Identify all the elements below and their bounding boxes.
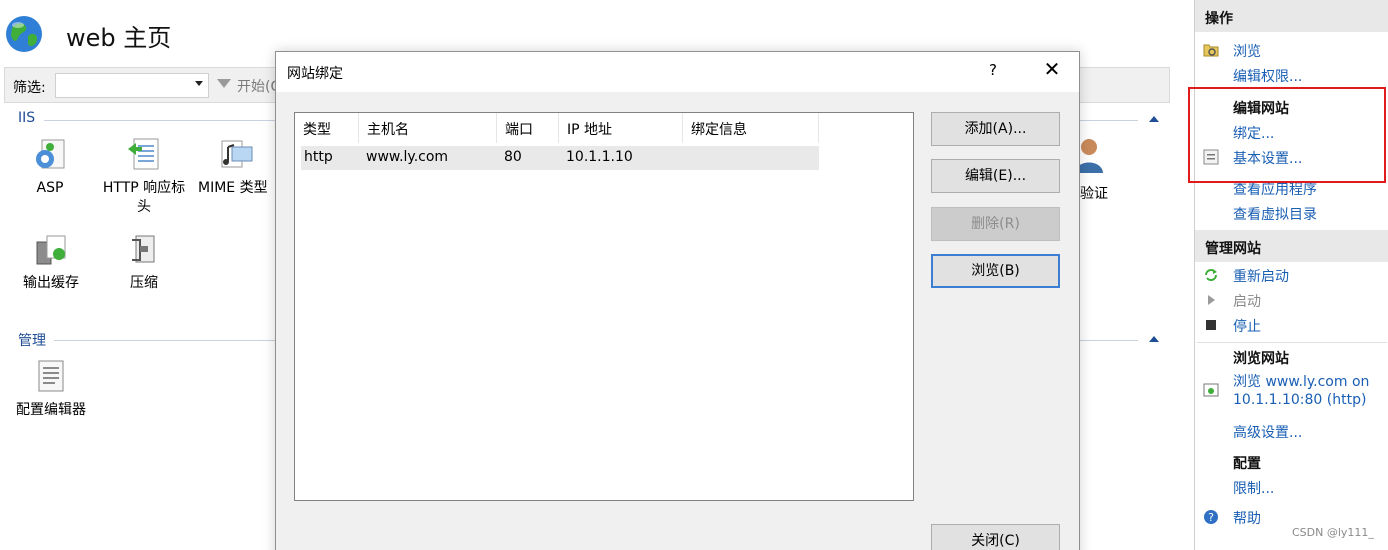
collapse-icon[interactable] (1149, 336, 1159, 342)
column-header-binding-info[interactable]: 绑定信息 (683, 113, 819, 143)
globe-icon (6, 16, 42, 52)
actions-heading: 操作 (1195, 0, 1388, 32)
cell-ip: 10.1.1.10 (566, 149, 633, 165)
action-browse-site-line1[interactable]: 浏览 www.ly.com on (1233, 371, 1369, 391)
close-icon[interactable]: ✕ (1041, 58, 1063, 80)
cell-port: 80 (504, 149, 522, 165)
browse-button[interactable]: 浏览(B) (931, 254, 1060, 288)
feature-label: 输出缓存 (23, 275, 79, 291)
action-view-virtual-directories[interactable]: 查看虚拟目录 (1233, 204, 1317, 224)
action-browse-site-line2[interactable]: 10.1.1.10:80 (http) (1233, 392, 1366, 408)
action-browse[interactable]: 浏览 (1233, 41, 1261, 61)
help-button[interactable]: ? (989, 61, 997, 79)
filter-label: 筛选: (13, 80, 46, 96)
feature-output-caching[interactable]: 输出缓存 (14, 232, 88, 293)
config-editor-icon (38, 360, 64, 392)
group-configure: 配置 (1233, 456, 1261, 472)
mime-types-icon (221, 140, 253, 168)
feature-label: MIME 类型 (198, 180, 268, 196)
action-help[interactable]: 帮助 (1233, 508, 1261, 528)
watermark: CSDN @ly111_ (1292, 526, 1374, 539)
svg-text:?: ? (1208, 511, 1214, 524)
iis-manager-window: web 主页 筛选: 开始(G) IIS ASP HTTP 响应标头 MIME … (0, 0, 1388, 550)
column-header-type[interactable]: 类型 (295, 113, 359, 143)
close-button[interactable]: 关闭(C) (931, 524, 1060, 550)
collapse-icon[interactable] (1149, 116, 1159, 122)
delete-button[interactable]: 删除(R) (931, 207, 1060, 241)
browser-icon (1203, 383, 1219, 397)
feature-label: 压缩 (130, 275, 158, 291)
column-header-host[interactable]: 主机名 (359, 113, 497, 143)
feature-label: ASP (36, 180, 64, 196)
group-manage-site: 管理网站 (1195, 230, 1388, 262)
column-header-ip[interactable]: IP 地址 (559, 113, 683, 143)
browse-folder-icon (1203, 44, 1219, 57)
site-bindings-dialog: 网站绑定 ? ✕ 类型 主机名 端口 IP 地址 绑定信息 http www.l… (275, 51, 1080, 550)
chevron-down-icon[interactable] (195, 81, 203, 86)
action-start[interactable]: 启动 (1233, 291, 1261, 311)
feature-compression[interactable]: 压缩 (112, 232, 176, 293)
cell-host: www.ly.com (366, 149, 449, 165)
http-headers-icon (128, 138, 159, 170)
column-header-port[interactable]: 端口 (497, 113, 559, 143)
table-row[interactable]: http www.ly.com 80 10.1.1.10 (301, 146, 819, 170)
restart-icon (1205, 269, 1217, 281)
feature-configuration-editor[interactable]: 配置编辑器 (10, 359, 92, 420)
action-edit-permissions[interactable]: 编辑权限... (1233, 66, 1302, 86)
play-icon (1208, 295, 1215, 305)
group-browse-site: 浏览网站 (1233, 351, 1289, 367)
asp-icon (36, 139, 65, 169)
section-heading-iis: IIS (18, 110, 36, 126)
stop-icon (1206, 320, 1216, 330)
action-restart[interactable]: 重新启动 (1233, 266, 1289, 286)
divider (1197, 342, 1387, 343)
actions-panel: 操作 浏览 编辑权限... 编辑网站 绑定... 基本设置... 查看应用程序 … (1194, 0, 1388, 550)
action-limits[interactable]: 限制... (1233, 478, 1274, 498)
action-advanced-settings[interactable]: 高级设置... (1233, 422, 1302, 442)
funnel-icon (217, 79, 231, 88)
action-stop[interactable]: 停止 (1233, 316, 1261, 336)
output-cache-icon (36, 235, 66, 265)
dialog-title: 网站绑定 (287, 66, 343, 82)
cell-type: http (304, 149, 333, 165)
edit-button[interactable]: 编辑(E)... (931, 159, 1060, 193)
feature-asp[interactable]: ASP (14, 137, 86, 198)
feature-label: 验证 (1080, 186, 1108, 202)
highlight-box (1188, 87, 1386, 183)
feature-mime-types[interactable]: MIME 类型 (198, 137, 276, 198)
dialog-titlebar: 网站绑定 ? ✕ (276, 52, 1079, 92)
feature-label: HTTP 响应标头 (102, 180, 186, 215)
feature-http-response-headers[interactable]: HTTP 响应标头 (96, 137, 192, 217)
help-icon: ? (1204, 510, 1218, 524)
compression-icon (132, 235, 155, 263)
bindings-list[interactable]: 类型 主机名 端口 IP 地址 绑定信息 http www.ly.com 80 … (294, 112, 914, 501)
feature-label: 配置编辑器 (16, 402, 86, 418)
page-title: web 主页 (66, 24, 172, 52)
add-button[interactable]: 添加(A)... (931, 112, 1060, 146)
section-heading-manage: 管理 (18, 333, 46, 349)
filter-input[interactable] (55, 73, 209, 98)
